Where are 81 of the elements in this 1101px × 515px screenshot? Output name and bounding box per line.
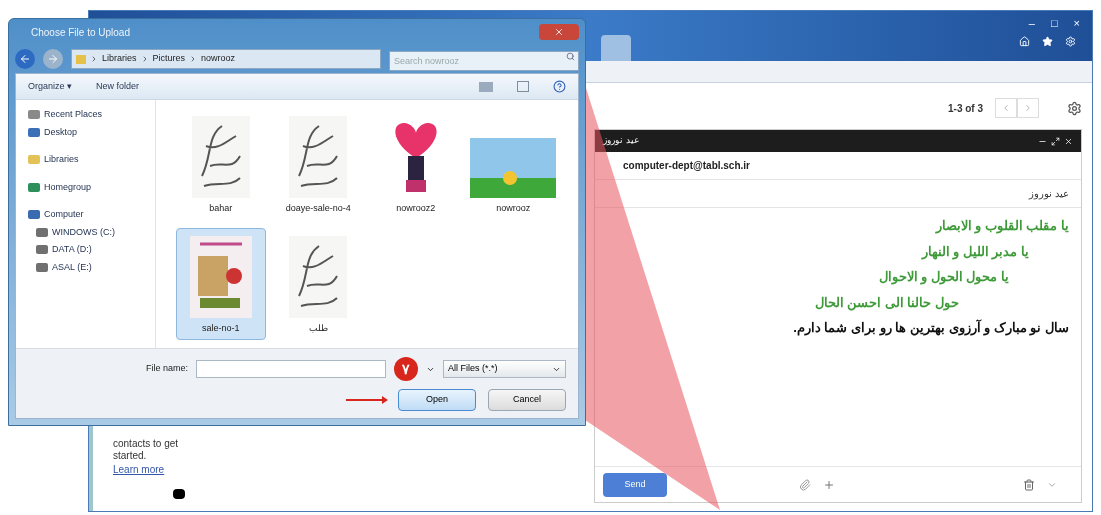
learn-more-link[interactable]: Learn more bbox=[113, 462, 165, 477]
step-badge: ۷ bbox=[394, 357, 419, 381]
chevron-right-icon bbox=[1023, 103, 1033, 113]
cancel-button[interactable]: Cancel bbox=[488, 389, 566, 411]
file-item[interactable]: sale-no-1 bbox=[176, 228, 266, 340]
file-name-label: File name: bbox=[146, 362, 189, 376]
toolbar-button[interactable]: New folder bbox=[96, 79, 140, 94]
recipient-field[interactable]: computer-dept@tabl.sch.ir bbox=[595, 152, 1081, 180]
drive-icon bbox=[36, 262, 48, 272]
homegroup-icon bbox=[28, 182, 40, 192]
file-type-value: All Files (*.*) bbox=[448, 362, 498, 376]
back-arrow-icon bbox=[19, 53, 31, 65]
file-name: طلب bbox=[308, 321, 328, 335]
file-name: sale-no-1 bbox=[202, 321, 240, 335]
message-line: یا مقلب القلوب و الابصار bbox=[935, 217, 1069, 236]
file-item[interactable]: bahar bbox=[176, 108, 266, 220]
drive-icon bbox=[36, 227, 48, 237]
file-name: nowrooz bbox=[496, 201, 531, 215]
place-icon bbox=[28, 110, 40, 120]
nav-item[interactable]: Computer bbox=[28, 208, 155, 222]
help-icon[interactable] bbox=[553, 80, 566, 93]
search-field[interactable]: Search nowrooz bbox=[389, 51, 579, 71]
file-item[interactable]: doaye-sale-no-4 bbox=[273, 108, 363, 220]
address-bar[interactable]: Libraries Pictures nowrooz bbox=[71, 49, 381, 69]
message-line: یا مدبر اللیل و النهار bbox=[921, 242, 1029, 261]
path-segment[interactable]: Libraries bbox=[102, 52, 137, 66]
expand-icon[interactable] bbox=[1051, 136, 1060, 146]
file-name-field[interactable] bbox=[196, 360, 387, 378]
file-item[interactable]: nowrooz bbox=[468, 108, 558, 220]
star-icon[interactable] bbox=[1042, 35, 1053, 47]
settings-icon[interactable] bbox=[1067, 100, 1082, 116]
toolbar-button[interactable]: Organize ▾ bbox=[28, 79, 73, 94]
nav-item[interactable]: Recent Places bbox=[28, 108, 155, 122]
path-segment[interactable]: nowrooz bbox=[201, 52, 236, 66]
view-icon[interactable] bbox=[479, 81, 493, 92]
back-button[interactable] bbox=[15, 49, 35, 69]
open-button[interactable]: Open bbox=[398, 389, 476, 411]
message-line: حول حالنا الی احسن الحال bbox=[814, 293, 959, 312]
forward-button[interactable] bbox=[43, 49, 63, 69]
plus-icon[interactable] bbox=[823, 478, 835, 491]
home-icon[interactable] bbox=[1019, 35, 1030, 47]
window-control[interactable]: □ bbox=[1050, 15, 1058, 32]
message-line: یا محول الحول و الاحوال bbox=[878, 268, 1009, 287]
library-icon bbox=[28, 155, 40, 165]
nav-item[interactable]: ASAL (E:) bbox=[36, 260, 155, 274]
close-icon bbox=[554, 27, 564, 37]
computer-icon bbox=[28, 210, 40, 220]
nav-item[interactable]: WINDOWS (C:) bbox=[36, 225, 155, 239]
dialog-title: Choose File to Upload bbox=[31, 25, 130, 40]
chevron-icon bbox=[90, 55, 98, 63]
close-icon[interactable] bbox=[1064, 136, 1073, 146]
nav-item[interactable]: Homegroup bbox=[28, 180, 155, 194]
file-name: doaye-sale-no-4 bbox=[285, 201, 351, 215]
nav-item[interactable]: Desktop bbox=[28, 125, 155, 139]
send-button[interactable]: Send bbox=[603, 472, 667, 497]
file-name: bahar bbox=[209, 201, 233, 215]
path-segment[interactable]: Pictures bbox=[152, 52, 186, 66]
chat-icon[interactable] bbox=[173, 489, 185, 499]
trash-icon[interactable] bbox=[1023, 478, 1035, 491]
window-control[interactable]: × bbox=[1073, 15, 1080, 32]
chevron-left-icon bbox=[1001, 103, 1011, 113]
pagination-count: 1-3 of 3 bbox=[948, 101, 983, 116]
window-control[interactable]: – bbox=[1028, 15, 1035, 32]
file-name: nowrooz2 bbox=[396, 201, 436, 215]
desktop-icon bbox=[28, 127, 40, 137]
drive-icon bbox=[36, 245, 48, 255]
nav-item[interactable]: Libraries bbox=[28, 153, 155, 167]
subject-field[interactable]: عید نوروز bbox=[595, 180, 1081, 208]
nav-item[interactable]: DATA (D:) bbox=[36, 243, 155, 257]
arrow-drawing bbox=[346, 399, 386, 401]
message-line: سال نو مبارک و آرزوی بهترین ها رو برای شما دارم. bbox=[793, 318, 1069, 338]
forward-arrow-icon bbox=[47, 53, 59, 65]
file-item[interactable]: طلب bbox=[273, 228, 363, 340]
file-item[interactable]: nowrooz2 bbox=[371, 108, 461, 220]
compose-title: عید نوروز bbox=[603, 134, 639, 148]
paperclip-icon[interactable] bbox=[799, 478, 811, 491]
file-type-dropdown[interactable]: All Files (*.*) bbox=[443, 360, 566, 378]
search-icon bbox=[566, 52, 575, 61]
preview-pane-icon[interactable] bbox=[517, 81, 529, 92]
folder-icon bbox=[76, 54, 86, 64]
contacts-hint: contacts to get started. bbox=[113, 438, 180, 462]
